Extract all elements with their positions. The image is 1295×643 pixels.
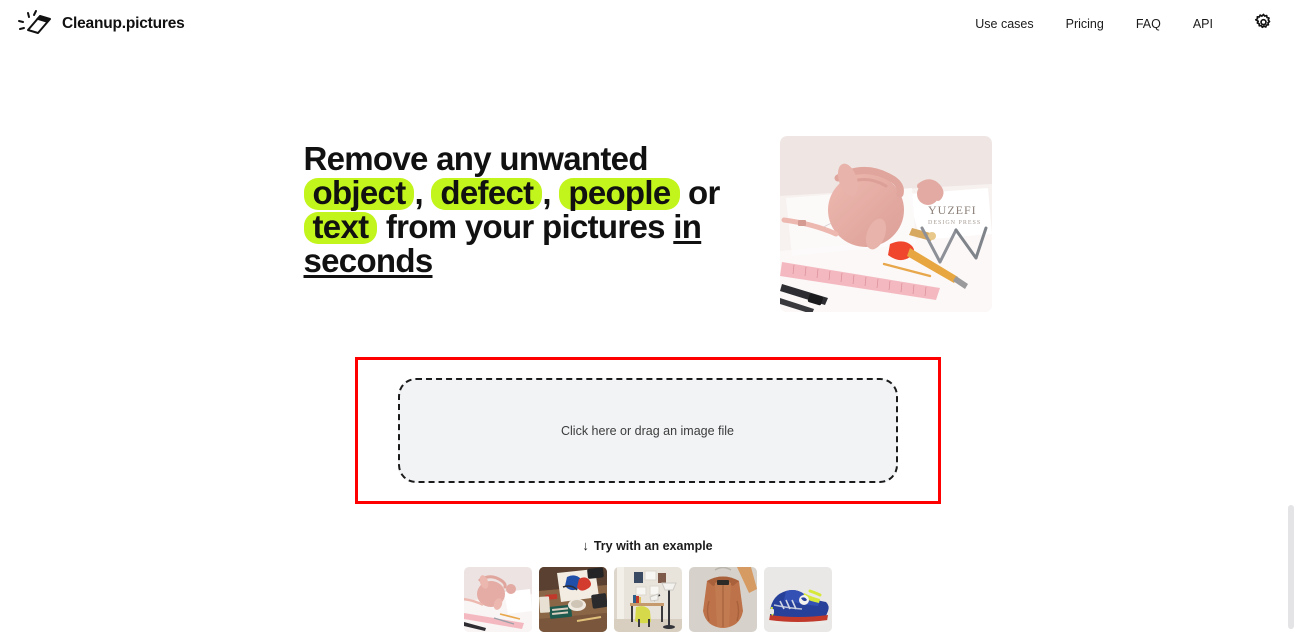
nav-link-use-cases[interactable]: Use cases <box>959 11 1049 37</box>
headline-separator-1: , <box>414 174 423 211</box>
examples-title: ↓ Try with an example <box>582 538 712 553</box>
upload-dropzone[interactable]: Click here or drag an image file <box>397 378 898 483</box>
svg-text:YUZEFI: YUZEFI <box>928 203 977 217</box>
upload-dropzone-highlight: Click here or drag an image file <box>354 357 941 504</box>
site-header: Cleanup.pictures Use cases Pricing FAQ A… <box>0 0 1295 48</box>
headline-highlight-object: object <box>303 176 415 210</box>
hero-text-block: Remove any unwanted object, defect, peop… <box>303 136 744 278</box>
page-headline: Remove any unwanted object, defect, peop… <box>303 140 744 278</box>
headline-connector: or <box>687 174 720 211</box>
headline-segment-1: Remove any unwanted <box>303 140 649 177</box>
headline-highlight-text: text <box>303 210 378 244</box>
page-scrollbar[interactable] <box>1287 0 1295 643</box>
examples-title-label: Try with an example <box>593 538 713 553</box>
brand-name: Cleanup.pictures <box>62 15 185 32</box>
hero-image: YUZEFI DESIGN PRESS <box>779 136 992 312</box>
headline-segment-2: from your pictures <box>385 208 666 245</box>
arrow-down-icon: ↓ <box>582 538 589 553</box>
upload-dropzone-label: Click here or drag an image file <box>561 423 734 438</box>
nav-link-faq[interactable]: FAQ <box>1120 11 1177 37</box>
brand-logo-link[interactable]: Cleanup.pictures <box>14 8 185 40</box>
main-navigation: Use cases Pricing FAQ API <box>959 11 1275 37</box>
example-thumbnail-brown-jacket[interactable] <box>688 567 757 632</box>
eraser-icon <box>14 8 52 40</box>
headline-highlight-defect: defect <box>431 176 543 210</box>
example-thumbnail-desk-supplies[interactable] <box>538 567 607 632</box>
svg-text:DESIGN PRESS: DESIGN PRESS <box>928 220 981 226</box>
example-thumbnail-pink-handbag[interactable] <box>463 567 532 632</box>
example-thumbnail-list <box>0 567 1295 632</box>
settings-button[interactable] <box>1251 12 1275 36</box>
hero-section: Remove any unwanted object, defect, peop… <box>0 48 1295 312</box>
headline-highlight-people: people <box>559 176 680 210</box>
gear-icon <box>1254 13 1273 35</box>
examples-section: ↓ Try with an example <box>0 537 1295 632</box>
nav-link-api[interactable]: API <box>1177 11 1229 37</box>
scrollbar-thumb[interactable] <box>1288 505 1294 629</box>
example-thumbnail-room-desk-lamp[interactable] <box>613 567 682 632</box>
example-thumbnail-blue-sneaker[interactable] <box>763 567 832 632</box>
nav-link-pricing[interactable]: Pricing <box>1050 11 1120 37</box>
headline-separator-2: , <box>542 174 551 211</box>
